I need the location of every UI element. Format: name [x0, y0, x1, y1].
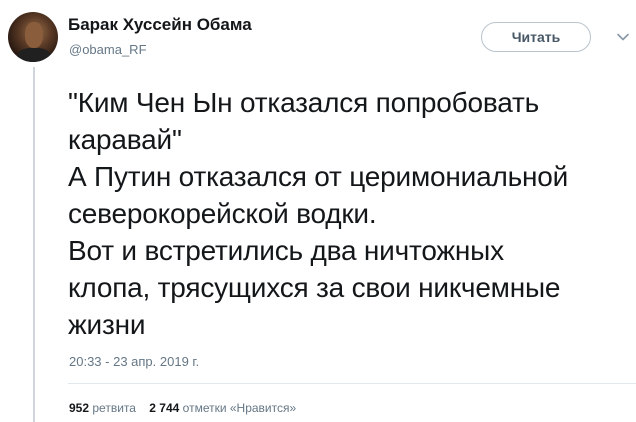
tweet-stats: 952 ретвита 2 744 отметки «Нравится»	[69, 401, 296, 415]
chevron-down-icon[interactable]	[616, 30, 630, 44]
tweet-timestamp[interactable]: 20:33 - 23 апр. 2019 г.	[69, 354, 199, 369]
author-handle[interactable]: @obama_RF	[69, 42, 147, 57]
follow-button[interactable]: Читать	[481, 22, 591, 52]
avatar-face	[25, 22, 43, 48]
thread-line	[33, 67, 35, 422]
divider	[68, 383, 636, 384]
author-name[interactable]: Барак Хуссейн Обама	[68, 15, 252, 35]
likes-label[interactable]: отметки «Нравится»	[183, 401, 297, 415]
retweets-count[interactable]: 952	[69, 401, 89, 415]
retweets-label[interactable]: ретвита	[92, 401, 136, 415]
avatar-collar	[17, 48, 51, 62]
avatar[interactable]	[8, 12, 58, 62]
tweet-text: "Ким Чен Ын отказался попробовать карава…	[68, 87, 569, 340]
likes-count[interactable]: 2 744	[149, 401, 179, 415]
